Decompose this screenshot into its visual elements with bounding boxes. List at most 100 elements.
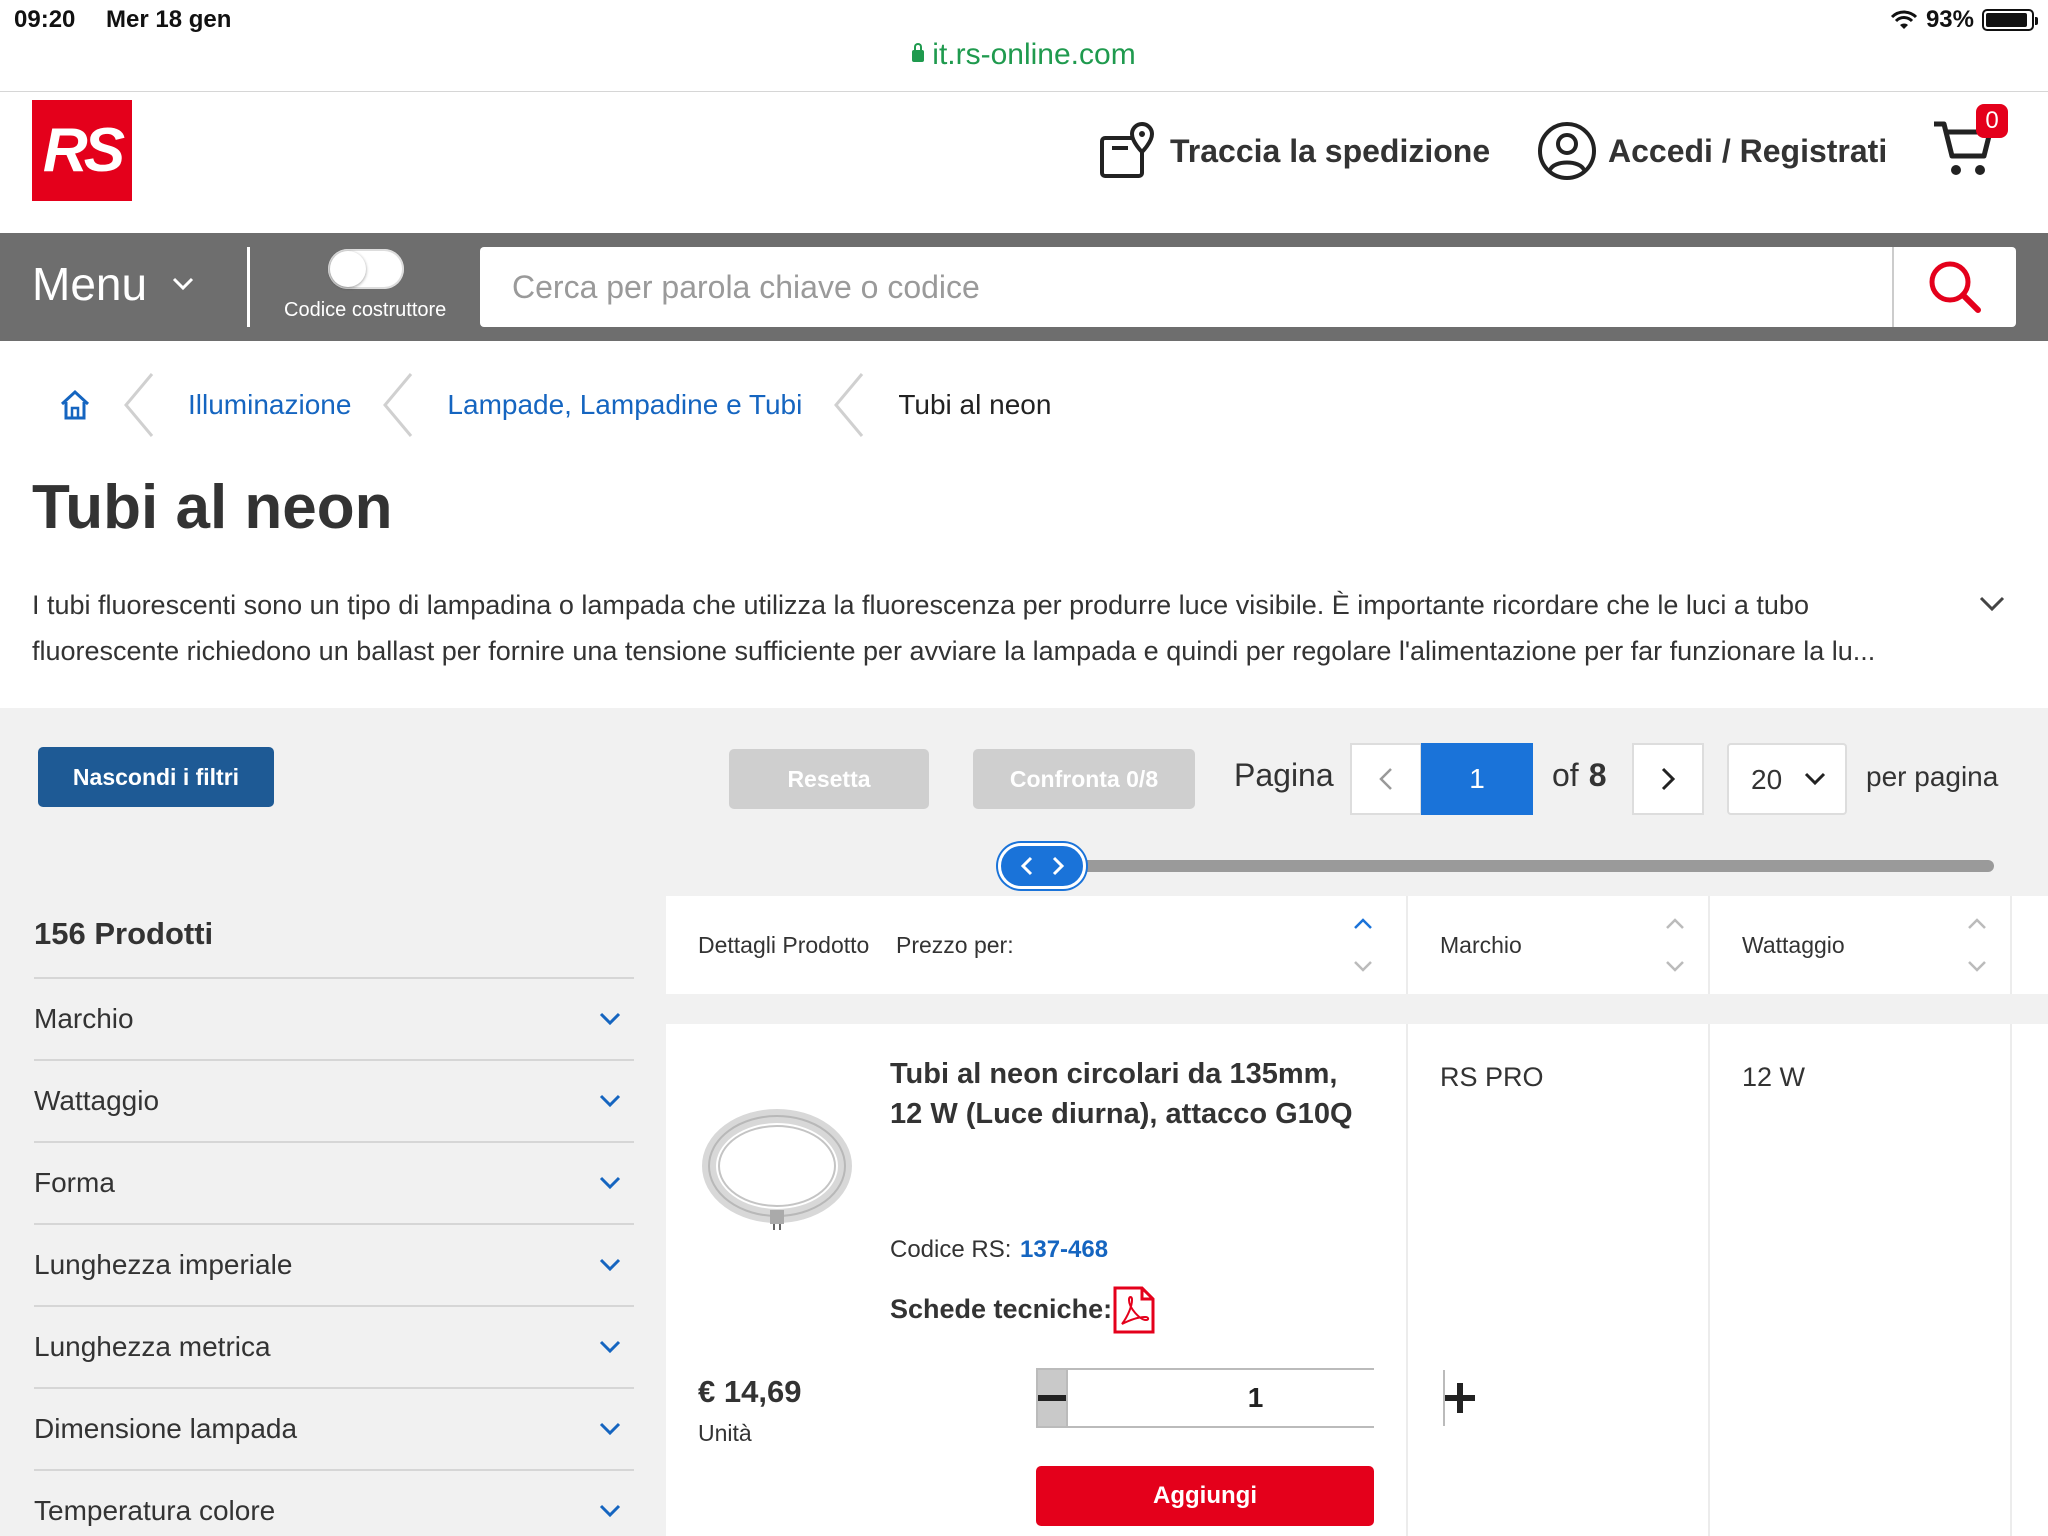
horizontal-scrollbar[interactable]: [1054, 860, 1994, 872]
plus-icon: [1445, 1383, 1475, 1413]
track-shipment-label: Traccia la spedizione: [1170, 132, 1491, 169]
rs-logo[interactable]: RS: [32, 100, 132, 201]
per-page-value: 20: [1751, 764, 1783, 795]
product-title-link[interactable]: Tubi al neon circolari da 135mm, 12 W (L…: [890, 1054, 1370, 1134]
increase-quantity-button[interactable]: [1443, 1370, 1475, 1426]
product-image[interactable]: [702, 1094, 852, 1244]
user-icon: [1538, 122, 1596, 180]
search-input[interactable]: [480, 247, 1892, 327]
filter-item[interactable]: Wattaggio: [34, 1059, 634, 1141]
battery-icon: [1982, 9, 2038, 31]
battery-percent: 93%: [1925, 6, 1974, 33]
next-page-button[interactable]: [1632, 743, 1704, 815]
total-pages: 8: [1588, 757, 1607, 793]
quantity-input[interactable]: [1068, 1370, 1443, 1426]
per-page-label: per pagina: [1866, 761, 1999, 792]
status-right: 93%: [1890, 6, 2038, 34]
filter-list: Marchio Wattaggio Forma Lunghezza imperiale…: [34, 977, 634, 1536]
datasheet-label: Schede tecniche:: [890, 1294, 1113, 1324]
login-register-link[interactable]: Accedi / Registrati: [1536, 120, 1887, 182]
scroll-handle[interactable]: [998, 843, 1086, 889]
hide-filters-button[interactable]: Nascondi i filtri: [38, 747, 274, 807]
filter-item[interactable]: Forma: [34, 1141, 634, 1223]
home-icon[interactable]: [58, 388, 92, 422]
chevron-down-icon: [599, 1176, 621, 1190]
chevron-down-icon: [599, 1012, 621, 1026]
header-details: Dettagli Prodotto: [698, 931, 870, 958]
header-brand: Marchio: [1440, 931, 1522, 958]
filter-item[interactable]: Lunghezza imperiale: [34, 1223, 634, 1305]
search-icon: [1929, 261, 1981, 313]
filter-item[interactable]: Dimensione lampada: [34, 1387, 634, 1469]
header-price-per: Prezzo per:: [896, 931, 1014, 958]
compare-button[interactable]: Confronta 0/8: [973, 749, 1195, 809]
rs-code-link[interactable]: 137-468: [1020, 1236, 1108, 1264]
breadcrumb-link-lighting[interactable]: Illuminazione: [188, 389, 351, 421]
breadcrumb-current: Tubi al neon: [898, 389, 1052, 420]
decrease-quantity-button[interactable]: [1038, 1370, 1068, 1426]
login-register-label: Accedi / Registrati: [1608, 132, 1888, 169]
column-divider: [2010, 1024, 2012, 1536]
chevron-left-icon: [834, 373, 864, 437]
expand-description-icon[interactable]: [1978, 592, 2006, 616]
pdf-icon[interactable]: [1112, 1286, 1156, 1334]
filter-item[interactable]: Temperatura colore: [34, 1469, 634, 1536]
lock-icon: [912, 43, 925, 62]
table-row: Tubi al neon circolari da 135mm, 12 W (L…: [666, 1024, 2048, 1536]
table-header: Dettagli Prodotto Prezzo per: Marchio Wa…: [666, 896, 2048, 994]
wifi-icon: [1890, 10, 1918, 29]
product-count: 156 Prodotti: [34, 916, 214, 951]
header-wattage: Wattaggio: [1742, 931, 1845, 958]
track-shipment-link[interactable]: Traccia la spedizione: [1098, 120, 1490, 182]
chevron-down-icon: [599, 1422, 621, 1436]
per-page-select[interactable]: 20: [1727, 743, 1847, 815]
brand-cell: RS PRO: [1440, 1062, 1544, 1092]
filter-label: Dimensione lampada: [34, 1413, 298, 1444]
search-button[interactable]: [1892, 247, 2016, 327]
previous-page-button[interactable]: [1350, 743, 1422, 815]
add-to-cart-button[interactable]: Aggiungi: [1036, 1466, 1374, 1526]
filter-label: Marchio: [34, 1003, 134, 1034]
column-divider: [1708, 1024, 1710, 1536]
nav-bar: Menu Codice costruttore: [0, 233, 2048, 341]
chevron-down-icon: [1804, 772, 1826, 786]
page-title: Tubi al neon: [32, 473, 393, 542]
url-bar[interactable]: it.rs-online.com: [0, 38, 2048, 80]
column-divider: [1406, 896, 1408, 994]
chevron-down-icon: [173, 277, 194, 291]
manufacturer-code-toggle[interactable]: [328, 249, 404, 289]
product-price: € 14,69: [698, 1374, 802, 1409]
breadcrumb-link-lamps[interactable]: Lampade, Lampadine e Tubi: [447, 389, 802, 421]
chevron-right-icon: [1661, 767, 1676, 791]
filter-label: Lunghezza metrica: [34, 1331, 271, 1362]
column-divider: [2010, 896, 2012, 994]
cart-count-badge: 0: [1976, 104, 2008, 138]
chevron-left-icon: [1020, 856, 1032, 876]
chevron-left-icon: [124, 373, 154, 437]
chevron-down-icon: [599, 1094, 621, 1108]
rs-code-label: Codice RS:: [890, 1236, 1012, 1263]
divider: [247, 247, 250, 327]
track-shipment-icon: [1100, 121, 1155, 178]
sort-icon[interactable]: [1664, 914, 1686, 976]
reset-button[interactable]: Resetta: [729, 749, 929, 809]
chevron-down-icon: [599, 1258, 621, 1272]
search-box: [480, 247, 2016, 327]
menu-button[interactable]: Menu: [32, 257, 195, 311]
filter-item[interactable]: Lunghezza metrica: [34, 1305, 634, 1387]
sort-icon[interactable]: [1966, 914, 1988, 976]
status-bar: 09:20 Mer 18 gen 93%: [0, 0, 2048, 40]
toggle-label: Codice costruttore: [284, 299, 447, 321]
filter-label: Temperatura colore: [34, 1495, 276, 1526]
status-date: Mer 18 gen: [106, 6, 232, 33]
sort-icon[interactable]: [1352, 914, 1374, 976]
column-divider: [1406, 1024, 1408, 1536]
page-total: of 8: [1552, 757, 1606, 794]
chevron-left-icon: [383, 373, 413, 437]
pagination-label: Pagina: [1234, 757, 1334, 793]
current-page[interactable]: 1: [1421, 743, 1533, 815]
filter-item[interactable]: Marchio: [34, 977, 634, 1059]
chevron-right-icon: [1052, 856, 1064, 876]
divider: [0, 91, 2048, 92]
chevron-left-icon: [1379, 768, 1392, 790]
